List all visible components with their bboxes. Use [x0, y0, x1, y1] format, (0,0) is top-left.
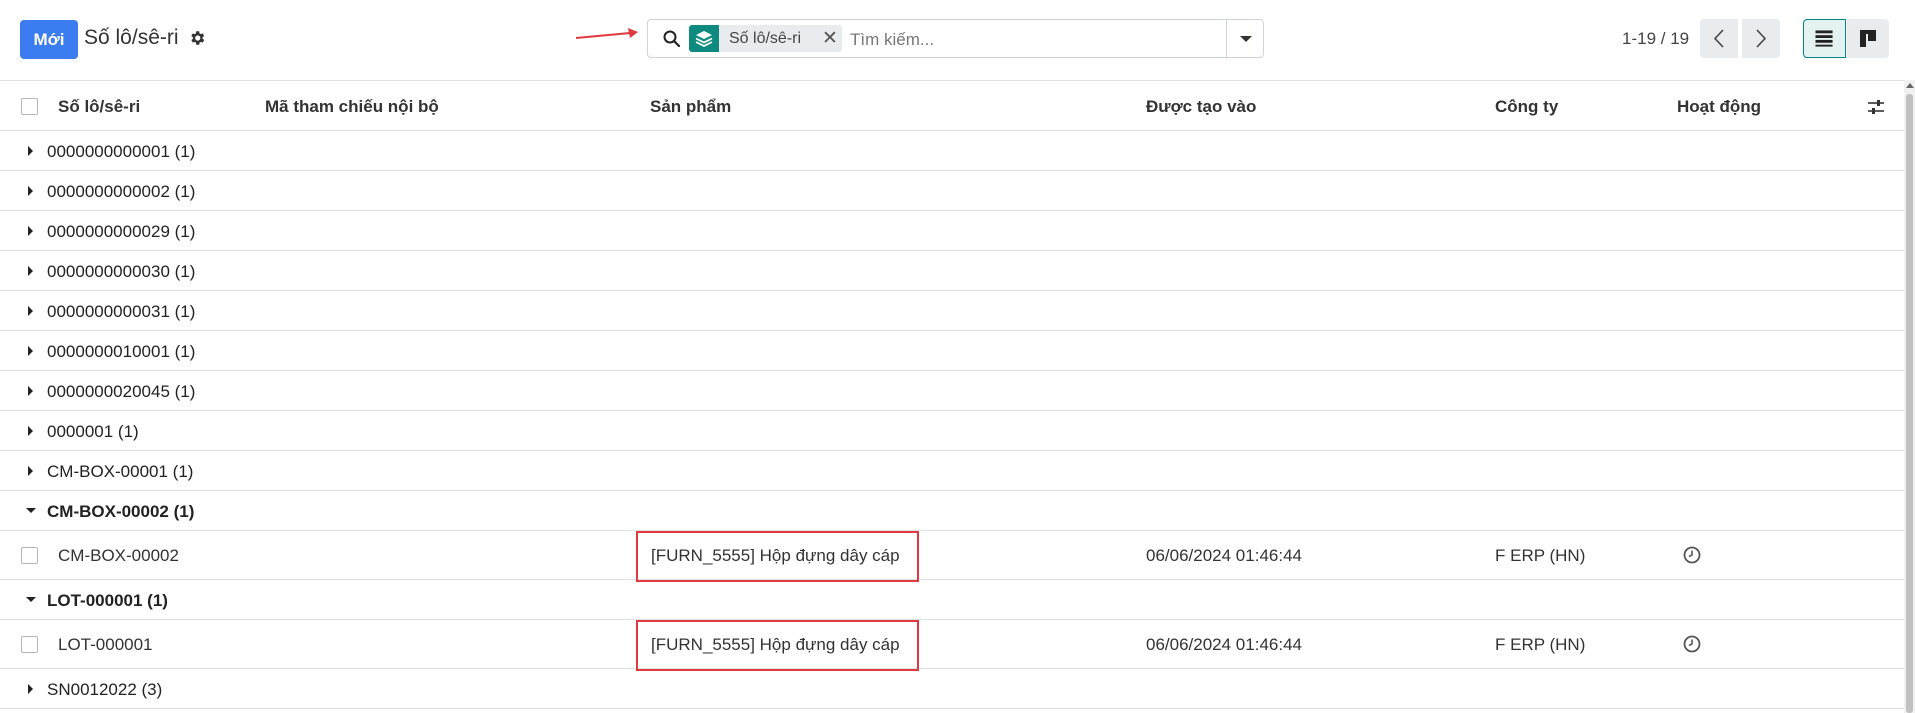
- group-row[interactable]: 0000000000002 (1): [0, 171, 1904, 211]
- caret-right-icon: [28, 426, 33, 436]
- annotation-arrow: [575, 28, 638, 39]
- caret-right-icon: [28, 684, 33, 694]
- scroll-up-arrow[interactable]: [1906, 83, 1914, 88]
- group-row[interactable]: 0000000020045 (1): [0, 371, 1904, 411]
- group-label: 0000000010001 (1): [47, 342, 196, 361]
- list-icon: [1815, 30, 1833, 47]
- clock-icon[interactable]: [1683, 635, 1701, 653]
- search-bar[interactable]: Số lô/sê-ri ✕: [647, 19, 1264, 58]
- column-header-created[interactable]: Được tạo vào: [1146, 97, 1256, 117]
- group-row[interactable]: 0000000000029 (1): [0, 211, 1904, 251]
- group-row-expanded[interactable]: CM-BOX-00002 (1): [0, 491, 1904, 531]
- kanban-view-button[interactable]: [1847, 19, 1889, 58]
- search-facet-label: Số lô/sê-ri: [729, 30, 802, 47]
- group-label: SN0012022 (3): [47, 680, 163, 699]
- group-row[interactable]: 0000000000031 (1): [0, 291, 1904, 331]
- column-header-reference[interactable]: Mã tham chiếu nội bộ: [265, 97, 439, 117]
- created-cell: 06/06/2024 01:46:44: [1146, 546, 1302, 565]
- list-header: Số lô/sê-ri Mã tham chiếu nội bộ Sản phẩ…: [0, 80, 1904, 131]
- caret-right-icon: [28, 186, 33, 196]
- search-icon[interactable]: [662, 29, 682, 49]
- kanban-icon: [1860, 30, 1876, 47]
- caret-right-icon: [28, 226, 33, 236]
- chevron-left-icon: [1713, 29, 1724, 48]
- caret-right-icon: [28, 146, 33, 156]
- company-cell: F ERP (HN): [1495, 546, 1586, 565]
- product-cell: [FURN_5555] Hộp đựng dây cáp: [651, 635, 900, 654]
- clock-icon[interactable]: [1683, 546, 1701, 564]
- column-header-company[interactable]: Công ty: [1495, 97, 1558, 117]
- caret-right-icon: [28, 346, 33, 356]
- list-view-button[interactable]: [1803, 19, 1846, 58]
- caret-right-icon: [28, 466, 33, 476]
- column-header-lot[interactable]: Số lô/sê-ri: [58, 97, 140, 117]
- group-label: 0000001 (1): [47, 422, 139, 441]
- product-cell: [FURN_5555] Hộp đựng dây cáp: [651, 546, 900, 565]
- group-row[interactable]: 0000000000030 (1): [0, 251, 1904, 291]
- group-label: 0000000000029 (1): [47, 222, 196, 241]
- page-title: Số lô/sê-ri: [84, 26, 179, 49]
- group-label: LOT-000001 (1): [47, 591, 168, 610]
- group-row-expanded[interactable]: LOT-000001 (1): [0, 580, 1904, 620]
- pager-previous-button[interactable]: [1700, 19, 1738, 58]
- group-label: 0000000000001 (1): [47, 142, 196, 161]
- row-checkbox[interactable]: [21, 636, 38, 653]
- vertical-scrollbar[interactable]: [1904, 80, 1915, 713]
- group-label: 0000000000031 (1): [47, 302, 196, 321]
- company-cell: F ERP (HN): [1495, 635, 1586, 654]
- group-row[interactable]: SN0012022 (3): [0, 669, 1904, 709]
- scrollbar-thumb[interactable]: [1906, 94, 1913, 713]
- group-label: 0000000000030 (1): [47, 262, 196, 281]
- caret-down-icon: [26, 597, 36, 602]
- caret-down-icon: [26, 508, 36, 513]
- group-label: CM-BOX-00002 (1): [47, 502, 195, 521]
- gear-icon[interactable]: [188, 29, 206, 47]
- close-icon[interactable]: ✕: [822, 27, 838, 50]
- control-panel: Mới Số lô/sê-ri Số lô/sê-ri ✕ Tìm kiếm..…: [0, 0, 1915, 80]
- group-row[interactable]: 0000000000001 (1): [0, 131, 1904, 171]
- table-row[interactable]: LOT-000001 [FURN_5555] Hộp đựng dây cáp …: [0, 620, 1904, 671]
- column-header-activity[interactable]: Hoạt động: [1677, 97, 1761, 117]
- chevron-right-icon: [1756, 29, 1767, 48]
- pager-next-button[interactable]: [1742, 19, 1780, 58]
- caret-down-icon: [1240, 36, 1252, 42]
- column-header-product[interactable]: Sản phẩm: [650, 97, 731, 117]
- group-row[interactable]: 0000001 (1): [0, 411, 1904, 451]
- group-label: 0000000000002 (1): [47, 182, 196, 201]
- caret-right-icon: [28, 266, 33, 276]
- group-label: 0000000020045 (1): [47, 382, 196, 401]
- group-row[interactable]: 0000000010001 (1): [0, 331, 1904, 371]
- pager-value[interactable]: 1-19 / 19: [1622, 29, 1689, 49]
- table-row[interactable]: CM-BOX-00002 [FURN_5555] Hộp đựng dây cá…: [0, 531, 1904, 582]
- group-row[interactable]: CM-BOX-00001 (1): [0, 451, 1904, 491]
- select-all-checkbox[interactable]: [21, 98, 38, 115]
- caret-right-icon: [28, 306, 33, 316]
- search-facet[interactable]: Số lô/sê-ri ✕: [689, 25, 842, 52]
- new-button[interactable]: Mới: [20, 20, 78, 59]
- search-input[interactable]: [848, 24, 1252, 55]
- search-options-toggle[interactable]: [1226, 20, 1263, 57]
- row-checkbox[interactable]: [21, 547, 38, 564]
- lot-cell: LOT-000001: [58, 635, 153, 654]
- created-cell: 06/06/2024 01:46:44: [1146, 635, 1302, 654]
- group-label: CM-BOX-00001 (1): [47, 462, 194, 481]
- sliders-icon[interactable]: [1866, 97, 1886, 117]
- layers-icon: [689, 25, 719, 52]
- lot-cell: CM-BOX-00002: [58, 546, 179, 565]
- caret-right-icon: [28, 386, 33, 396]
